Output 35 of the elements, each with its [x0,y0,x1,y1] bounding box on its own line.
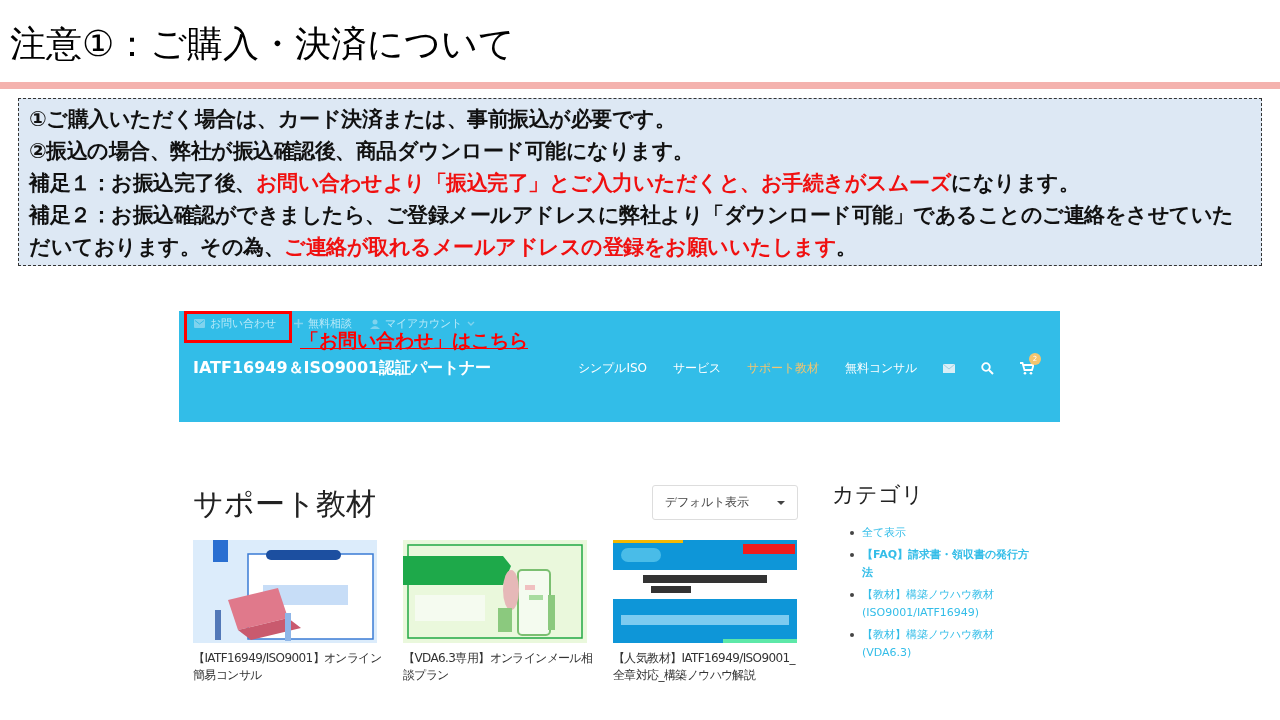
annotation-label: 「お問い合わせ」はこちら [300,329,528,351]
top-link[interactable]: 無料相談 [294,315,352,332]
note-text: ①ご購入いただく場合は、カード決済または、事前振込が必要です。 [29,106,677,133]
bullet-icon [850,531,854,535]
category-link[interactable]: 【教材】構築ノウハウ教材(ISO9001/IATF16949) [862,586,1032,622]
product-title[interactable]: 【VDA6.3専用】オンラインメール相談プラン [403,650,593,684]
product-title[interactable]: 【IATF16949/ISO9001】オンライン簡易コンサル [193,650,383,684]
category-link[interactable]: 【教材】構築ノウハウ教材(VDA6.3) [862,626,1032,662]
top-link[interactable]: マイアカウント [370,315,475,332]
sort-dropdown[interactable]: デフォルト表示 [652,485,798,520]
caret-icon [777,500,785,505]
category-link[interactable]: 【FAQ】請求書・領収書の発行方法 [862,546,1032,582]
sidebar-heading: カテゴリ [832,481,925,509]
product-title[interactable]: 【人気教材】IATF16949/ISO9001_全章対応_構築ノウハウ解説 [613,650,803,684]
nav-link[interactable]: 無料コンサル [845,360,917,377]
top-link[interactable]: お問い合わせ [194,315,276,332]
bullet-icon [850,593,854,597]
chevron-icon [467,321,475,326]
note-text: 補足１：お振込完了後、お問い合わせより「振込完了」とご入力いただくと、お手続きがスムーズになります。 [29,170,1080,197]
bullet-icon [850,633,854,637]
plus-icon [294,319,303,328]
search-icon[interactable] [981,362,994,375]
nav-link[interactable]: サポート教材 [747,360,819,377]
category-link[interactable]: 全て表示 [862,524,1032,542]
note-text: 補足２：お振込確認ができましたら、ご登録メールアドレスに弊社より「ダウンロード可能」であることのご連絡をさせていただいております。その為、ご連絡が取れるメールアドレスの登録をお願いいたします。 [29,202,1235,261]
person-icon [370,318,380,329]
slide-title: 注意①：ご購入・決済について [9,22,517,66]
cart-icon[interactable] [1020,362,1034,375]
site-title[interactable]: IATF16949＆ISO9001認証パートナー [193,358,492,379]
mail-icon [194,319,205,328]
nav-link[interactable]: シンプルISO [578,360,647,377]
bullet-icon [850,553,854,557]
nav-link[interactable]: サービス [673,360,721,377]
note-text: ②振込の場合、弊社が振込確認後、商品ダウンロード可能になります。 [29,138,695,165]
page-heading: サポート教材 [193,486,376,522]
